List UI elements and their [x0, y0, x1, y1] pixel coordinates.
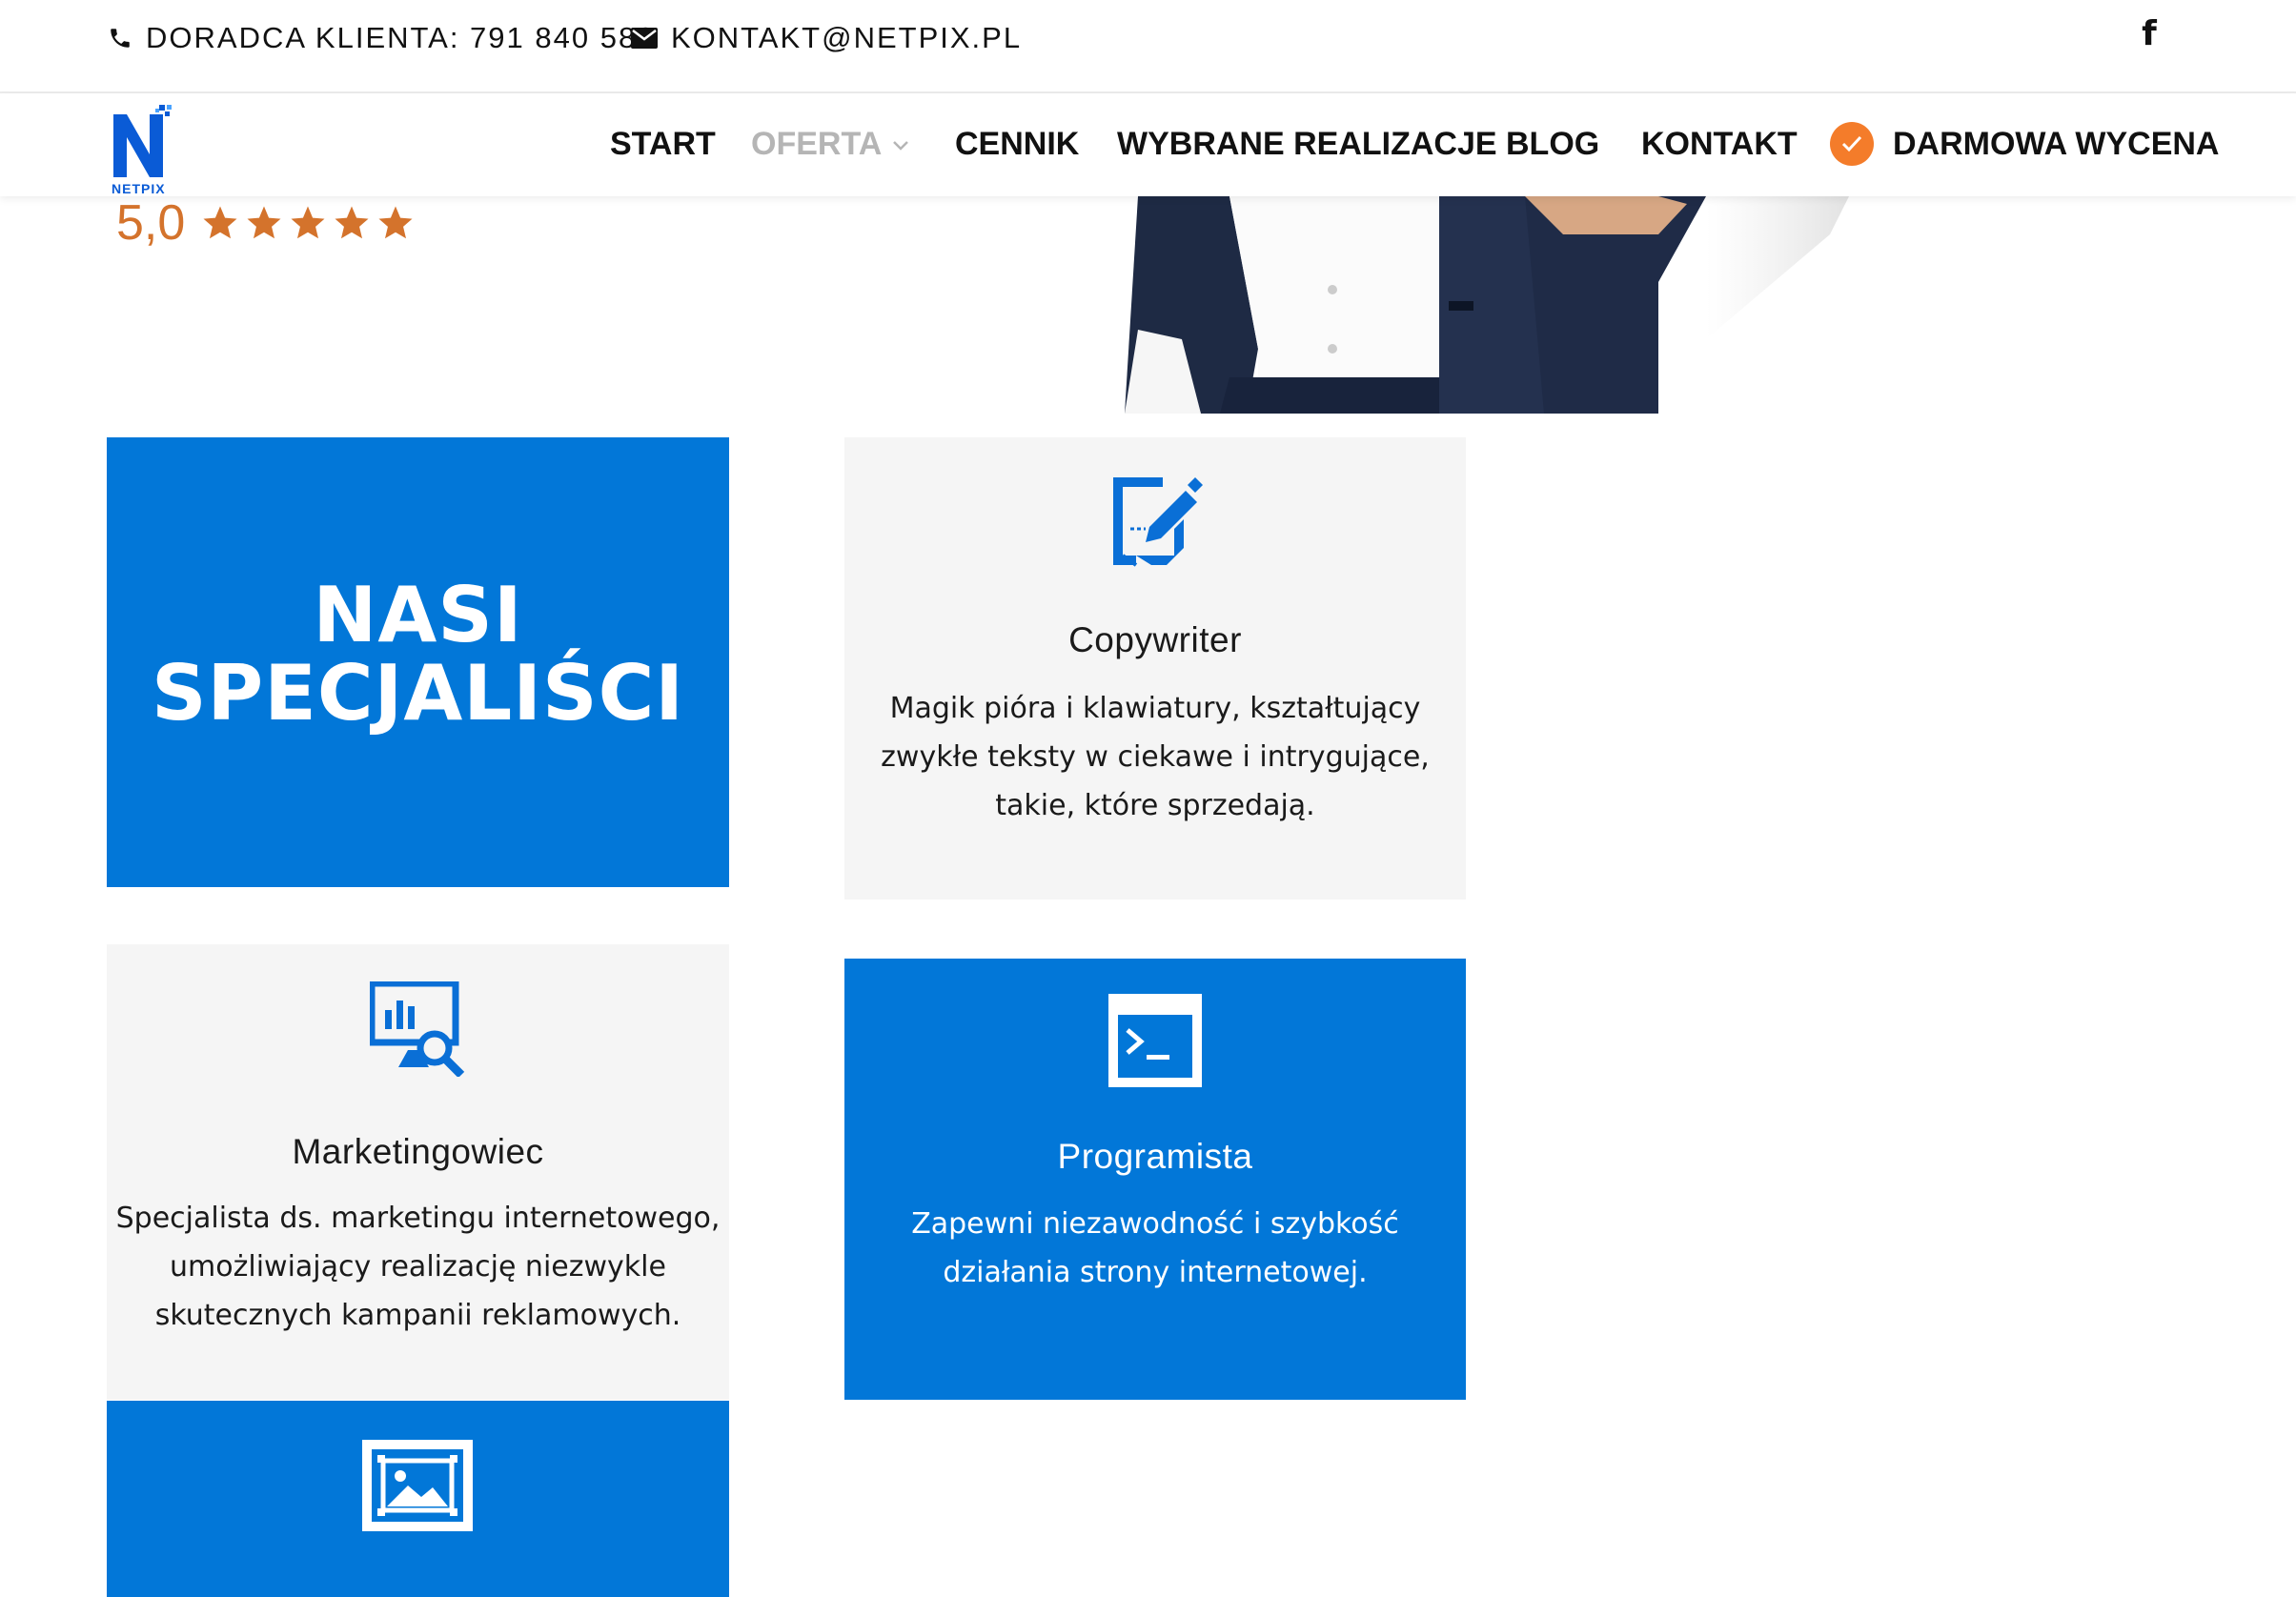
star-icon: [291, 206, 325, 239]
star-icon: [247, 206, 281, 239]
image-frame-icon: [362, 1440, 473, 1531]
phone-icon: [111, 29, 130, 48]
main-navbar: NETPIX START OFERTA CENNIK WYBRANE REALI…: [0, 93, 2296, 196]
email-label: KONTAKT@NETPIX.PL: [671, 21, 1023, 54]
checkmark-icon: [1830, 122, 1874, 166]
nav-oferta-label: OFERTA: [751, 126, 883, 162]
rating: 5,0: [116, 194, 419, 252]
hero-person-image: [1125, 196, 1849, 414]
desc-line: działania strony internetowej.: [943, 1256, 1368, 1289]
analytics-monitor-icon: [370, 981, 465, 1077]
desc-line: Magik pióra i klawiatury, kształtujący: [889, 692, 1421, 725]
specialists-heading-card: NASI SPECJALIŚCI: [107, 437, 729, 887]
phone-label: DORADCA KLIENTA: 791 840 586: [146, 21, 656, 54]
card-title: Programista: [1057, 1137, 1253, 1176]
card-description: Specjalista ds. marketingu internetowego…: [107, 1194, 729, 1340]
document-pen-icon: [1113, 477, 1203, 567]
nav-start[interactable]: START: [610, 126, 716, 163]
nav-darmowa-wycena[interactable]: DARMOWA WYCENA: [1893, 126, 2220, 163]
desc-line: umożliwiający realizację niezwykle: [170, 1250, 666, 1284]
section-heading: NASI SPECJALIŚCI: [107, 576, 729, 733]
graphic-designer-card: [107, 1401, 729, 1597]
desc-line: Zapewni niezawodność i szybkość: [911, 1207, 1399, 1241]
copywriter-card: Copywriter Magik pióra i klawiatury, ksz…: [844, 437, 1466, 900]
nav-cennik[interactable]: CENNIK: [955, 126, 1079, 163]
desc-line: Specjalista ds. marketingu internetowego…: [115, 1202, 721, 1235]
desc-line: takie, które sprzedają.: [995, 789, 1315, 822]
netpix-logo[interactable]: NETPIX: [108, 105, 184, 196]
programmer-card: Programista Zapewni niezawodność i szybk…: [844, 959, 1466, 1400]
terminal-icon: [1108, 994, 1202, 1087]
desc-line: zwykłe teksty w ciekawe i intrygujące,: [881, 740, 1430, 774]
chevron-down-icon: [893, 141, 909, 151]
card-title: Marketingowiec: [292, 1132, 544, 1171]
card-title: Copywriter: [1068, 620, 1242, 659]
heading-line-2: SPECJALIŚCI: [151, 649, 685, 738]
rating-stars: [200, 203, 419, 243]
email-contact[interactable]: KONTAKT@NETPIX.PL: [631, 21, 1022, 55]
envelope-icon: [631, 28, 658, 49]
star-icon: [335, 206, 369, 239]
facebook-icon[interactable]: f: [2135, 15, 2164, 53]
rating-value: 5,0: [116, 195, 186, 251]
marketing-card: Marketingowiec Specjalista ds. marketing…: [107, 944, 729, 1400]
phone-contact[interactable]: DORADCA KLIENTA: 791 840 586: [108, 21, 655, 55]
top-bar: DORADCA KLIENTA: 791 840 586 KONTAKT@NET…: [0, 0, 2296, 93]
card-description: Zapewni niezawodność i szybkość działani…: [844, 1200, 1466, 1297]
star-icon: [203, 206, 237, 239]
nav-realizacje[interactable]: WYBRANE REALIZACJE: [1117, 126, 1497, 163]
logo-text: NETPIX: [112, 181, 166, 196]
star-icon: [378, 206, 413, 239]
logo-mark-icon: [113, 105, 172, 177]
nav-oferta[interactable]: OFERTA: [751, 126, 910, 163]
card-description: Magik pióra i klawiatury, kształtujący z…: [844, 684, 1466, 830]
nav-blog[interactable]: BLOG: [1506, 126, 1599, 163]
heading-line-1: NASI: [313, 571, 523, 659]
nav-kontakt[interactable]: KONTAKT: [1641, 126, 1798, 163]
desc-line: skutecznych kampanii reklamowych.: [154, 1299, 681, 1332]
